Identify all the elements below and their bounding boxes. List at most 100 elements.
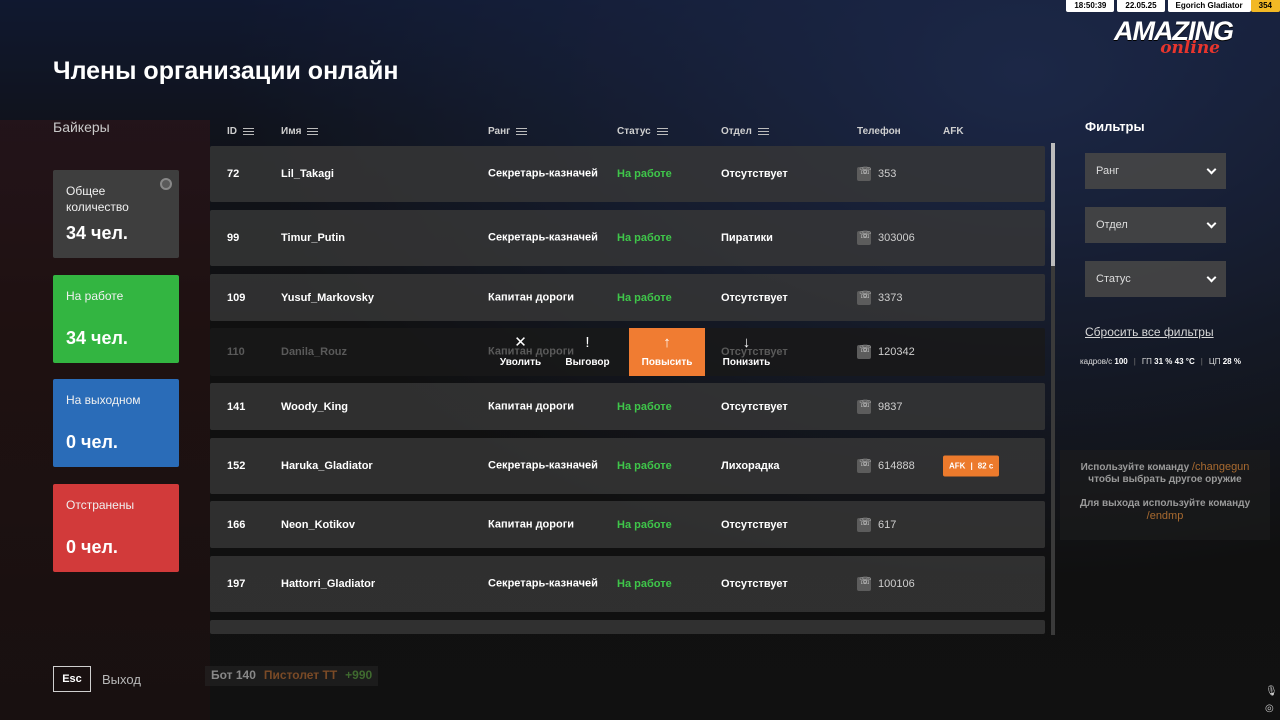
- reset-filters-link[interactable]: Сбросить все фильтры: [1085, 325, 1214, 339]
- phone-number: 303006: [878, 232, 915, 244]
- chevron-down-icon: [1206, 272, 1217, 282]
- member-name: Yusuf_Markovsky: [281, 291, 374, 304]
- phone-number: 617: [878, 518, 897, 531]
- arrow-down-icon: ↓: [742, 334, 751, 351]
- performance-overlay: кадров/с 100 | ГП 31 % 43 °C | ЦП 28 %: [1080, 357, 1241, 366]
- close-icon: ✕: [514, 334, 527, 351]
- member-phone: 100106: [857, 576, 915, 591]
- member-dept: Отсутствует: [721, 291, 788, 304]
- microphone-icon: 🎙: [1265, 686, 1278, 697]
- filter-status-label: Статус: [1096, 273, 1131, 285]
- member-id: 141: [227, 400, 246, 413]
- stat-suspended-card[interactable]: Отстранены 0 чел.: [53, 484, 179, 572]
- phone-number: 3373: [878, 291, 903, 304]
- page-title: Члены организации онлайн: [53, 57, 399, 85]
- table-row[interactable]: 72 Lil_Takagi Секретарь-казначей На рабо…: [210, 146, 1045, 202]
- separator: |: [1200, 357, 1203, 366]
- afk-time: 82 с: [977, 461, 994, 471]
- column-status[interactable]: Статус: [617, 126, 668, 137]
- separator: |: [1133, 357, 1136, 366]
- filter-dept-dropdown[interactable]: Отдел: [1085, 207, 1226, 243]
- stat-total-card[interactable]: Общее количество 34 чел.: [53, 170, 179, 258]
- member-phone: 9837: [857, 399, 903, 414]
- filter-status-dropdown[interactable]: Статус: [1085, 261, 1226, 297]
- exclamation-icon: !: [585, 334, 590, 351]
- demote-button[interactable]: ↓ Понизить: [713, 328, 780, 376]
- chevron-down-icon: [1206, 218, 1217, 228]
- cpu-readout: ЦП 28 %: [1209, 357, 1241, 366]
- member-rank: Секретарь-казначей: [488, 231, 598, 244]
- menu-icon: [516, 128, 528, 135]
- member-id: 197: [227, 578, 246, 590]
- phone-number: 353: [878, 168, 897, 180]
- table-row[interactable]: 109 Yusuf_Markovsky Капитан дороги На ра…: [210, 274, 1045, 321]
- stat-off-card[interactable]: На выходном 0 чел.: [53, 379, 179, 467]
- game-hint-panel: Используйте команду /changegun чтобы выб…: [1060, 450, 1270, 540]
- esc-key-button[interactable]: Esc: [53, 666, 91, 692]
- chevron-down-icon: [1206, 164, 1217, 174]
- promote-button[interactable]: ↑ Повысить: [629, 328, 705, 376]
- cpu-value: 28 %: [1222, 357, 1241, 366]
- member-id: 99: [227, 232, 240, 244]
- member-status: На работе: [617, 460, 672, 472]
- menu-icon: [757, 128, 769, 135]
- member-name: Danila_Rouz: [281, 346, 348, 358]
- afk-label: AFK: [949, 461, 966, 471]
- phone-icon: [857, 290, 872, 305]
- table-row[interactable]: 166 Neon_Kotikov Капитан дороги На работ…: [210, 501, 1045, 548]
- stat-working-card[interactable]: На работе 34 чел.: [53, 275, 179, 363]
- member-name: Woody_King: [281, 400, 349, 413]
- column-name[interactable]: Имя: [281, 126, 319, 137]
- phone-icon: [857, 576, 872, 591]
- member-phone: 120342: [857, 344, 915, 359]
- member-id: 109: [227, 291, 246, 304]
- clock: 18:50:39: [1066, 0, 1115, 12]
- reprimand-button[interactable]: ! Выговор: [554, 328, 621, 376]
- member-status: На работе: [617, 518, 672, 531]
- phone-number: 100106: [878, 578, 915, 590]
- phone-number: 614888: [878, 460, 915, 472]
- fire-label: Уволить: [499, 357, 542, 368]
- member-status: На работе: [617, 578, 672, 590]
- menu-icon: [656, 128, 668, 135]
- stat-total-value: 34 чел.: [66, 223, 128, 243]
- phone-icon: [857, 458, 872, 473]
- table-row-partial[interactable]: [210, 620, 1045, 634]
- column-dept-label: Отдел: [721, 126, 752, 137]
- member-phone: 303006: [857, 230, 915, 245]
- scrollbar-thumb[interactable]: [1051, 143, 1055, 266]
- status-bar: 18:50:39 22.05.25 Egorich Gladiator 354: [1063, 0, 1280, 12]
- table-row[interactable]: 141 Woody_King Капитан дороги На работе …: [210, 383, 1045, 430]
- column-dept[interactable]: Отдел: [721, 126, 769, 137]
- member-status: На работе: [617, 400, 672, 413]
- member-name: Haruka_Gladiator: [281, 460, 373, 472]
- gpu-label: ГП: [1141, 357, 1152, 366]
- table-row[interactable]: 99 Timur_Putin Секретарь-казначей На раб…: [210, 210, 1045, 266]
- column-id[interactable]: ID: [227, 126, 254, 137]
- phone-number: 9837: [878, 400, 903, 413]
- member-dept: Отсутствует: [721, 168, 788, 180]
- sort-icon: [243, 128, 254, 135]
- member-name: Neon_Kotikov: [281, 518, 355, 531]
- member-phone: 353: [857, 166, 897, 181]
- exit-label[interactable]: Выход: [102, 672, 141, 687]
- game-hud-killfeed: Бот 140 Пистолет ТТ +990: [205, 666, 379, 686]
- member-rank: Секретарь-казначей: [488, 167, 598, 180]
- fire-button[interactable]: ✕ Уволить: [487, 328, 554, 376]
- stat-suspended-value: 0 чел.: [66, 537, 118, 557]
- member-rank: Секретарь-казначей: [488, 577, 598, 590]
- hud-weapon: Пистолет ТТ: [263, 668, 338, 682]
- member-status: На работе: [617, 168, 672, 180]
- column-id-label: ID: [227, 126, 237, 137]
- filter-rank-dropdown[interactable]: Ранг: [1085, 153, 1226, 189]
- phone-icon: [857, 399, 872, 414]
- table-row[interactable]: 152 Haruka_Gladiator Секретарь-казначей …: [210, 438, 1045, 494]
- fps-readout: кадров/с 100: [1080, 357, 1128, 366]
- table-scrollbar[interactable]: [1051, 143, 1055, 635]
- phone-icon: [857, 230, 872, 245]
- afk-badge: AFK | 82 с: [943, 455, 1000, 477]
- fps-label: кадров/с: [1080, 357, 1113, 366]
- column-rank[interactable]: Ранг: [488, 126, 528, 137]
- table-row[interactable]: 197 Hattorri_Gladiator Секретарь-казначе…: [210, 556, 1045, 612]
- filter-dept-label: Отдел: [1096, 219, 1128, 231]
